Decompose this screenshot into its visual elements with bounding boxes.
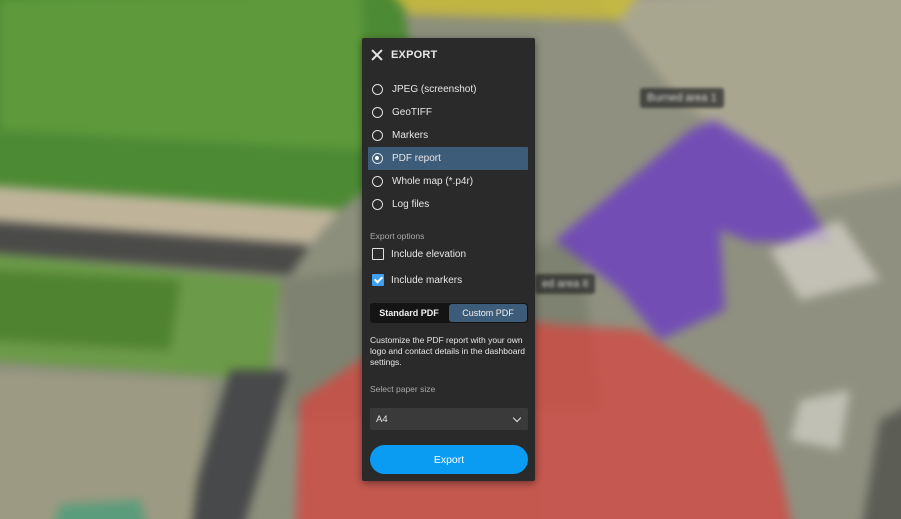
export-options-label: Export options: [370, 231, 425, 241]
radio-icon[interactable]: [372, 84, 383, 95]
include-elevation-option[interactable]: Include elevation: [372, 248, 466, 260]
pdf-type-toggle: Standard PDF Custom PDF: [370, 303, 528, 323]
export-button[interactable]: Export: [370, 445, 528, 474]
custom-pdf-button[interactable]: Custom PDF: [449, 304, 527, 322]
panel-header: EXPORT: [370, 47, 437, 63]
format-option-jpeg[interactable]: JPEG (screenshot): [368, 78, 528, 101]
zone-label-burned-area-2[interactable]: ed area II: [535, 274, 596, 294]
paper-size-select[interactable]: A4: [370, 408, 528, 430]
export-format-list: JPEG (screenshot) GeoTIFF Markers PDF re…: [368, 78, 528, 216]
include-markers-option[interactable]: Include markers: [372, 274, 462, 286]
format-label: JPEG (screenshot): [392, 84, 477, 95]
custom-pdf-description: Customize the PDF report with your own l…: [370, 335, 526, 367]
format-label: Log files: [392, 199, 430, 210]
radio-icon[interactable]: [372, 199, 383, 210]
radio-icon[interactable]: [372, 130, 383, 141]
option-label: Include markers: [391, 274, 463, 286]
format-option-pdf-report[interactable]: PDF report: [368, 147, 528, 170]
format-label: PDF report: [392, 153, 441, 164]
radio-selected-icon[interactable]: [372, 153, 383, 164]
format-option-geotiff[interactable]: GeoTIFF: [368, 101, 528, 124]
chevron-down-icon: [512, 413, 522, 422]
format-option-log-files[interactable]: Log files: [368, 193, 528, 216]
format-label: Markers: [392, 130, 429, 141]
standard-pdf-button[interactable]: Standard PDF: [370, 303, 448, 323]
option-label: Include elevation: [391, 248, 467, 260]
checkbox-checked-icon[interactable]: [372, 274, 384, 286]
paper-size-label: Select paper size: [370, 384, 436, 394]
radio-icon[interactable]: [372, 107, 383, 118]
paper-size-value: A4: [376, 413, 388, 425]
export-panel: EXPORT JPEG (screenshot) GeoTIFF Markers…: [362, 38, 535, 481]
format-label: GeoTIFF: [392, 107, 433, 118]
format-option-whole-map[interactable]: Whole map (*.p4r): [368, 170, 528, 193]
format-label: Whole map (*.p4r): [392, 176, 474, 187]
close-icon[interactable]: [370, 48, 384, 62]
radio-icon[interactable]: [372, 176, 383, 187]
zone-label-burned-area-1[interactable]: Burned area 1: [640, 88, 724, 108]
panel-title: EXPORT: [391, 49, 438, 61]
format-option-markers[interactable]: Markers: [368, 124, 528, 147]
checkbox-icon[interactable]: [372, 248, 384, 260]
